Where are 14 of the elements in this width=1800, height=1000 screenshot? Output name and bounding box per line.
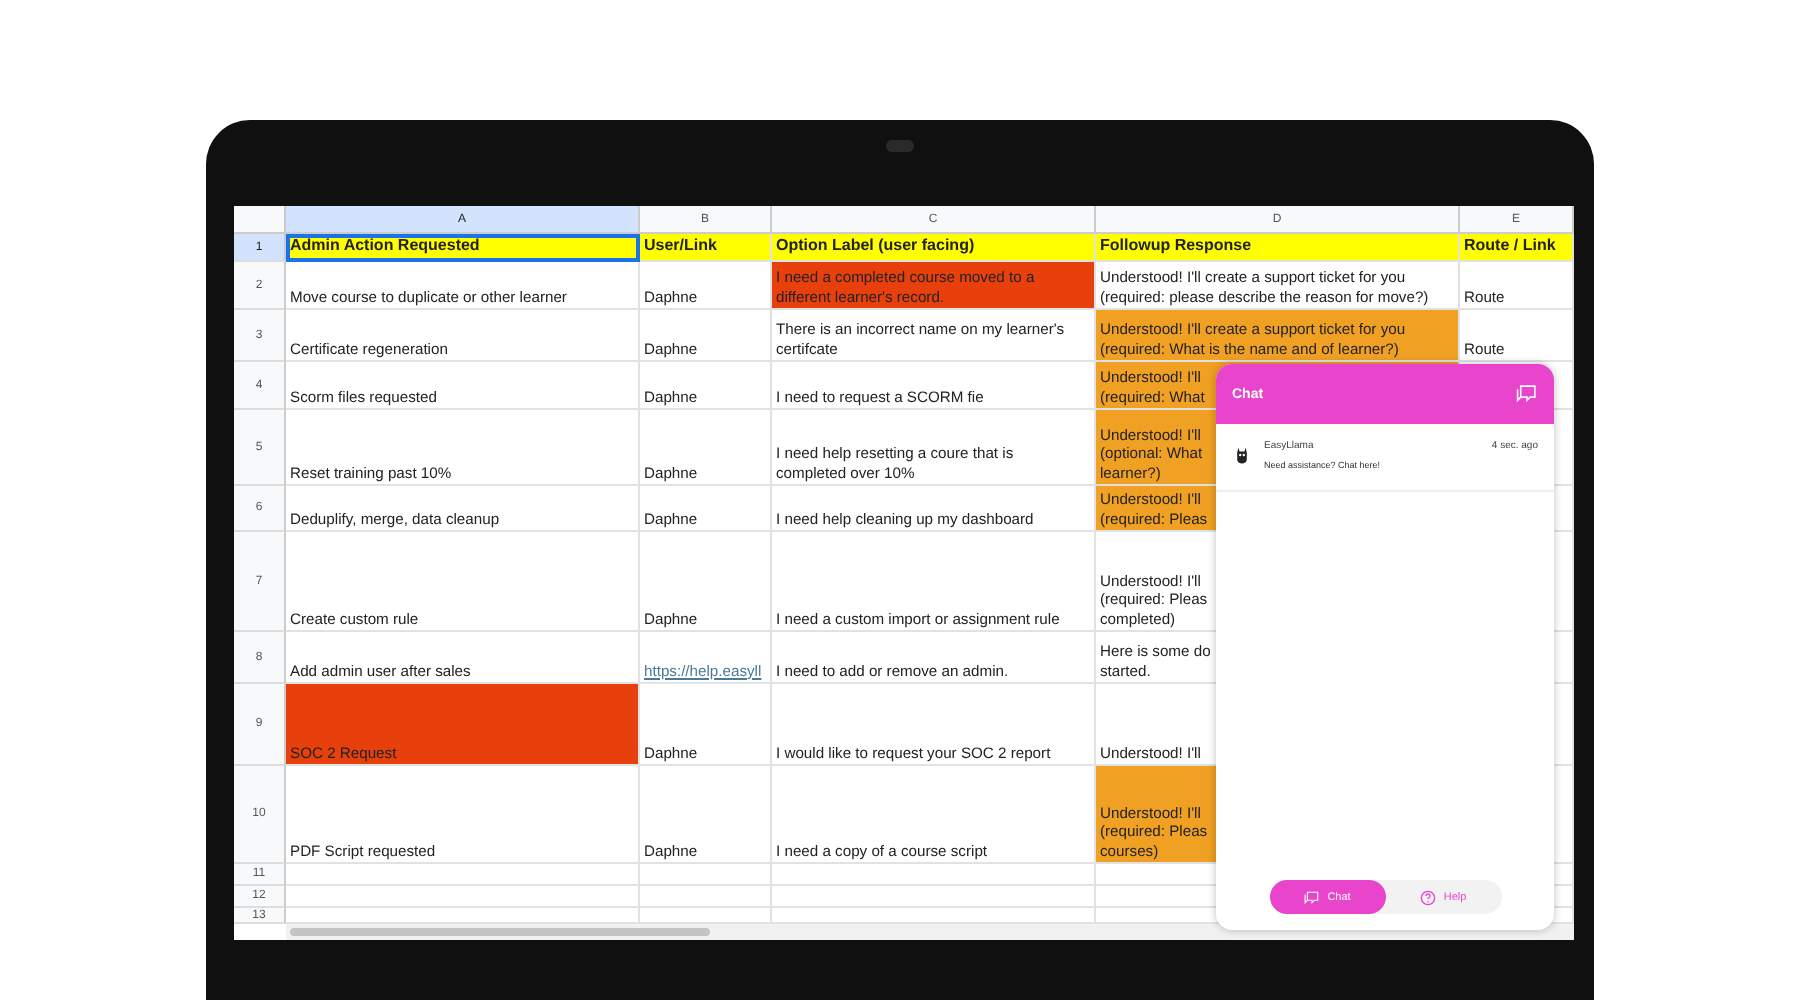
column-title: Followup Response: [1096, 234, 1460, 262]
table-cell: [640, 864, 772, 886]
column-title: Route / Link: [1460, 234, 1574, 262]
column-title: Option Label (user facing): [772, 234, 1096, 262]
chat-icon[interactable]: [1516, 384, 1538, 404]
table-cell: [640, 886, 772, 908]
llama-icon: [1236, 446, 1248, 464]
camera: [886, 140, 914, 152]
column-title: User/Link: [640, 234, 772, 262]
chat-icon: [1303, 889, 1320, 905]
scrollbar[interactable]: [286, 924, 1574, 940]
column-title: Admin Action Requested: [286, 234, 640, 262]
select-all-corner[interactable]: [234, 206, 286, 234]
help-icon: [1419, 889, 1436, 905]
